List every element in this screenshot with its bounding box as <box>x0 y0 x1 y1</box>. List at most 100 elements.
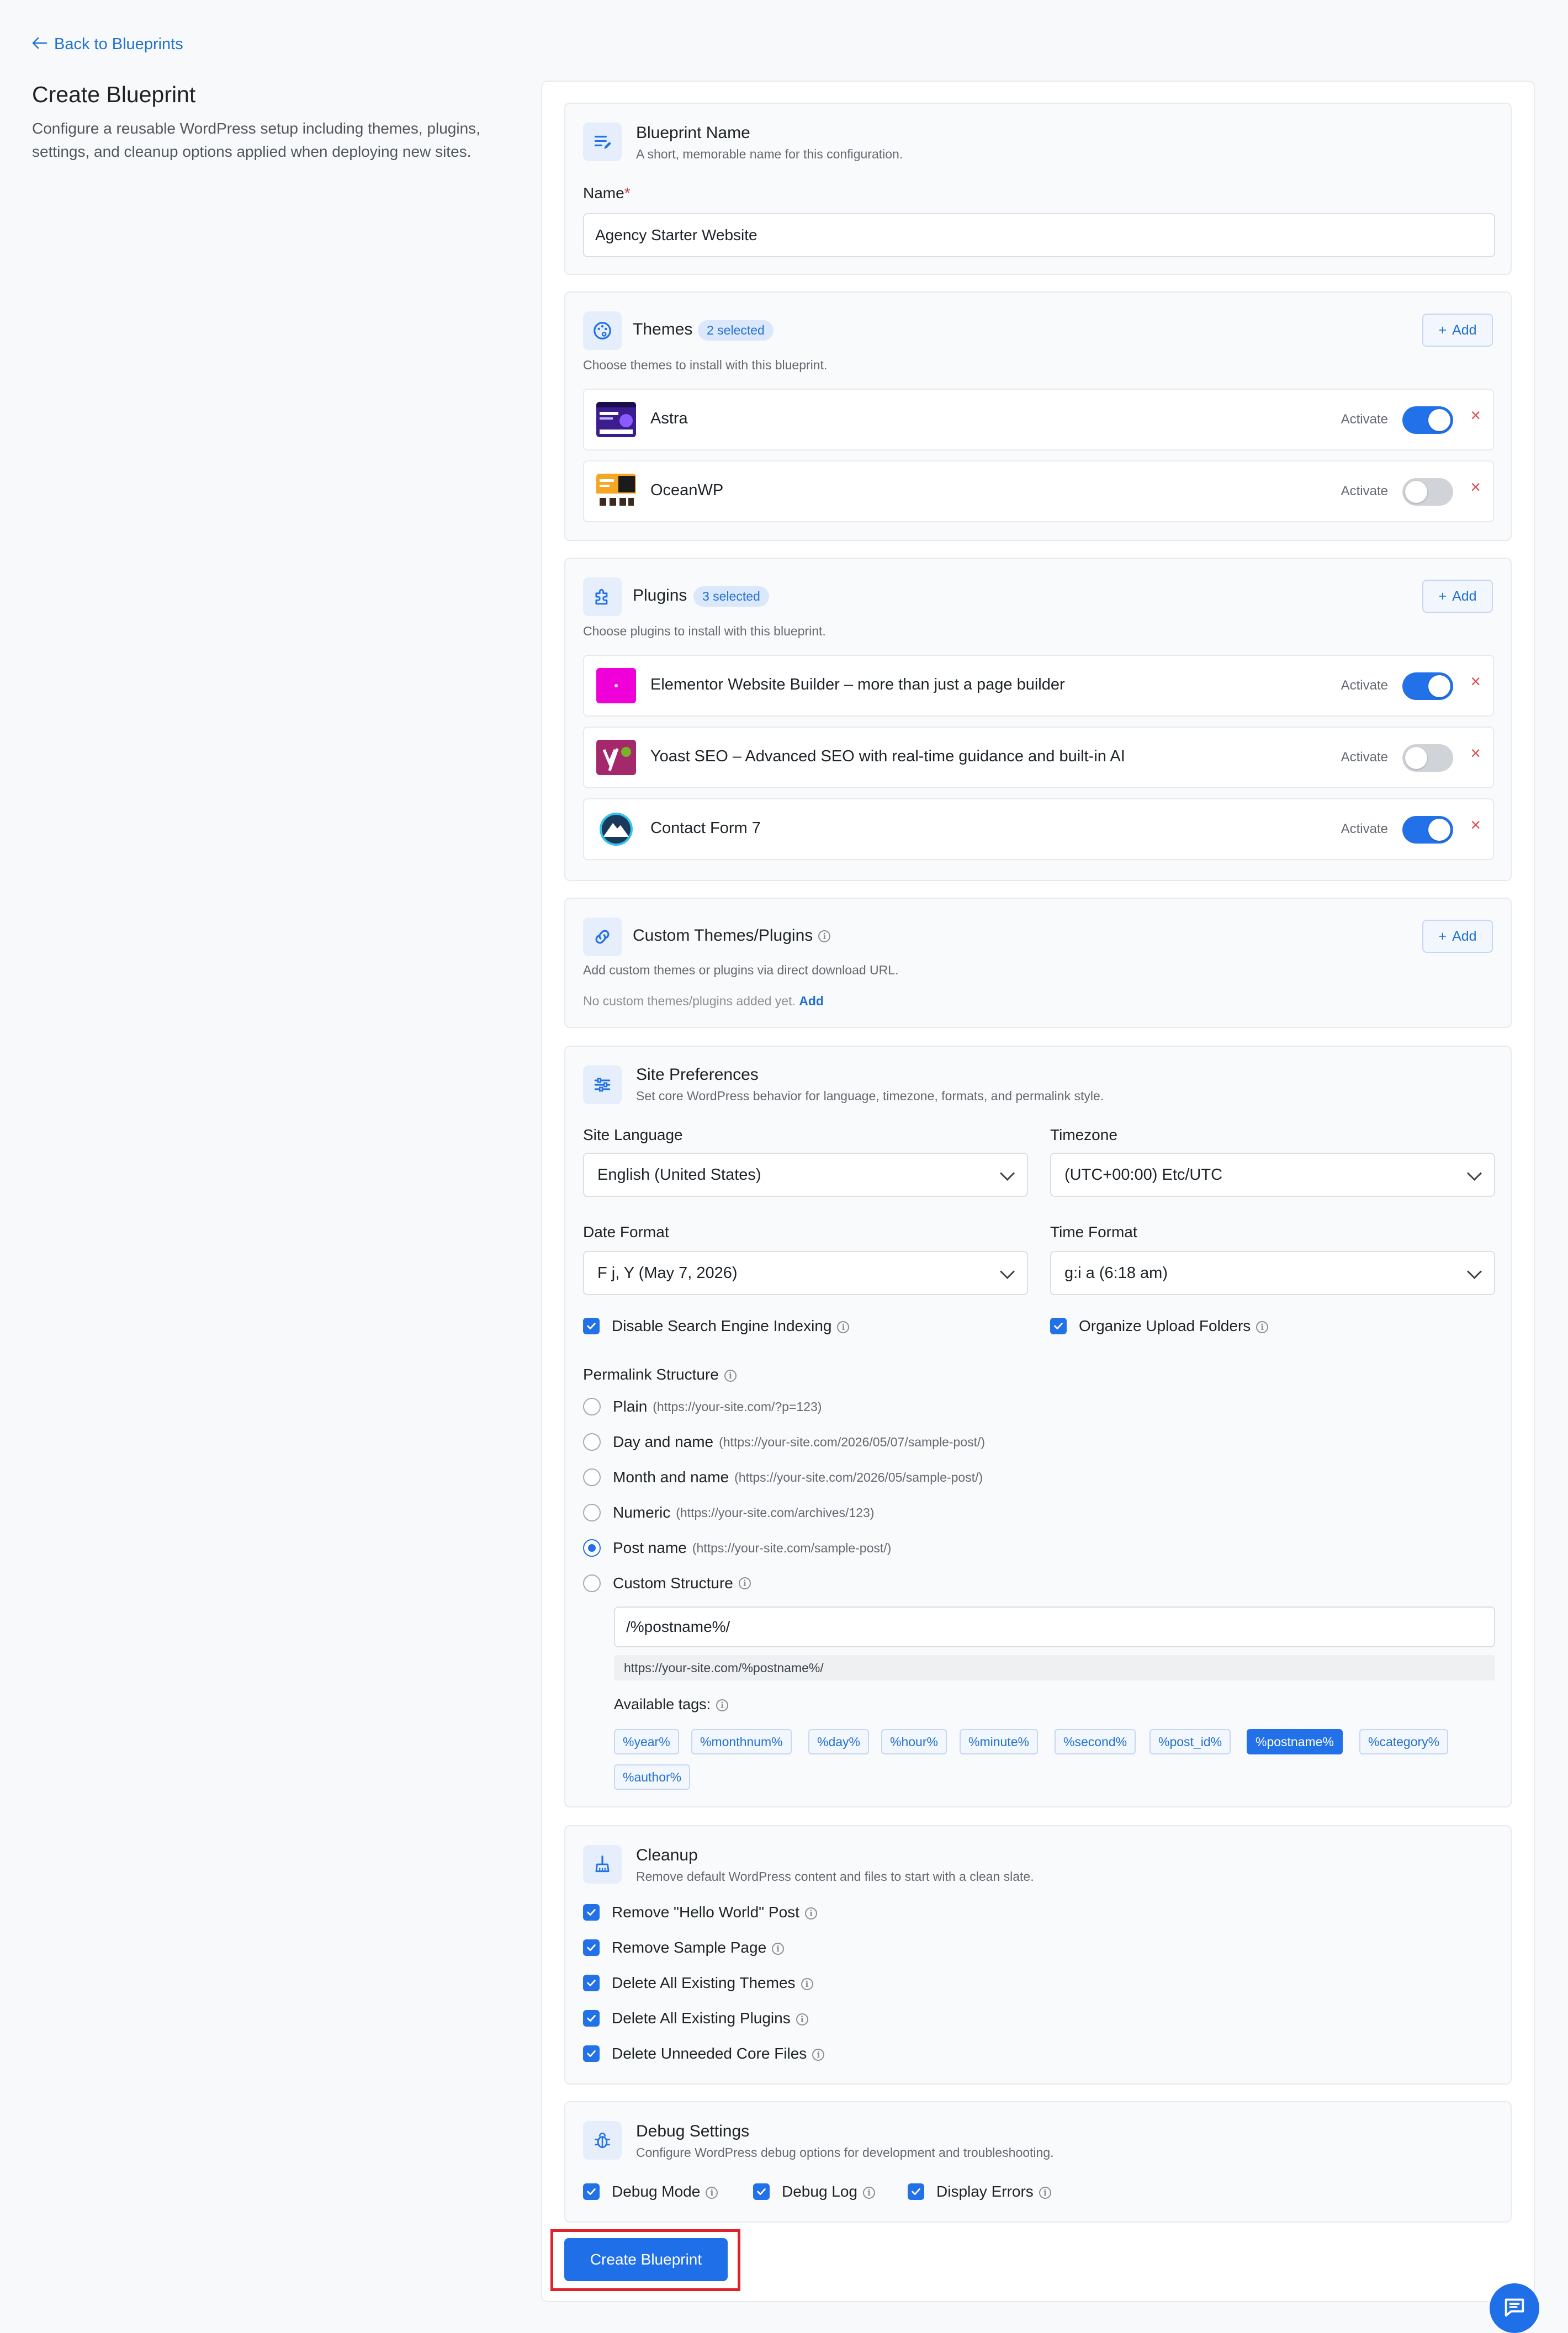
disable-indexing-checkbox[interactable]: Disable Search Engine Indexing i <box>583 1317 850 1335</box>
timezone-select[interactable]: (UTC+00:00) Etc/UTC <box>1050 1153 1495 1197</box>
permalink-tag-day[interactable]: %day% <box>808 1729 869 1754</box>
add-custom-button[interactable]: + Add <box>1422 920 1493 953</box>
chevron-down-icon <box>1000 1166 1015 1181</box>
display-errors-checkbox[interactable]: Display Errors i <box>908 2183 1051 2201</box>
permalink-tag-author[interactable]: %author% <box>614 1764 691 1790</box>
activate-toggle[interactable] <box>1402 744 1453 772</box>
empty-state-add-link[interactable]: Add <box>799 994 824 1008</box>
info-icon: i <box>772 1942 785 1955</box>
permalink-tag-hour[interactable]: %hour% <box>881 1729 947 1754</box>
date-format-select[interactable]: F j, Y (May 7, 2026) <box>583 1251 1028 1295</box>
permalink-tag-category[interactable]: %category% <box>1359 1729 1449 1754</box>
permalink-option-month-and-name[interactable]: Month and name (https://your-site.com/20… <box>583 1468 983 1486</box>
activate-toggle[interactable] <box>1402 672 1453 700</box>
remove-x-icon[interactable]: × <box>1470 743 1481 763</box>
checkbox-checked-icon[interactable] <box>1050 1318 1067 1334</box>
info-icon: i <box>818 930 831 943</box>
permalink-tag-second[interactable]: %second% <box>1055 1729 1136 1754</box>
cleanup-delete-themes[interactable]: Delete All Existing Themes i <box>583 1974 813 1992</box>
checkbox-checked-icon[interactable] <box>583 2010 600 2027</box>
checkbox-label: Debug Log i <box>782 2183 876 2201</box>
plugin-name: Contact Form 7 <box>650 819 761 837</box>
permalink-tag-postname[interactable]: %postname% <box>1247 1729 1343 1754</box>
checkbox-checked-icon[interactable] <box>583 2183 600 2200</box>
section-subtitle: Choose themes to install with this bluep… <box>583 358 828 372</box>
remove-x-icon[interactable]: × <box>1470 405 1481 426</box>
chat-support-button[interactable] <box>1490 2283 1539 2333</box>
chat-bubble-icon <box>1502 2294 1527 2323</box>
radio-button[interactable] <box>583 1468 601 1486</box>
bug-icon <box>583 2121 622 2160</box>
add-theme-button[interactable]: + Add <box>1422 314 1493 347</box>
radio-button[interactable] <box>583 1504 601 1521</box>
checkbox-label: Remove Sample Page i <box>612 1939 785 1956</box>
radio-button[interactable] <box>583 1398 601 1415</box>
permalink-tag-post-id[interactable]: %post_id% <box>1149 1729 1231 1754</box>
debug-log-checkbox[interactable]: Debug Log i <box>753 2183 876 2201</box>
permalink-option-numeric[interactable]: Numeric (https://your-site.com/archives/… <box>583 1504 874 1521</box>
permalink-option-day-and-name[interactable]: Day and name (https://your-site.com/2026… <box>583 1433 985 1451</box>
checkbox-checked-icon[interactable] <box>583 1975 600 1991</box>
cleanup-remove-sample-page[interactable]: Remove Sample Page i <box>583 1939 785 1956</box>
section-title: Blueprint Name <box>636 124 750 142</box>
permalink-option-post-name[interactable]: Post name (https://your-site.com/sample-… <box>583 1539 891 1557</box>
activate-label: Activate <box>1341 412 1388 427</box>
checkbox-checked-icon[interactable] <box>583 2045 600 2062</box>
organize-uploads-checkbox[interactable]: Organize Upload Folders i <box>1050 1317 1269 1335</box>
checkbox-checked-icon[interactable] <box>583 1318 600 1334</box>
page-title: Create Blueprint <box>32 82 196 107</box>
activate-toggle[interactable] <box>1402 406 1453 434</box>
checkbox-label: Delete All Existing Plugins i <box>612 2009 808 2027</box>
remove-x-icon[interactable]: × <box>1470 477 1481 497</box>
section-title: Themes <box>633 320 693 338</box>
activate-toggle[interactable] <box>1402 816 1453 844</box>
checkbox-checked-icon[interactable] <box>583 1939 600 1956</box>
checkbox-checked-icon[interactable] <box>908 2183 924 2200</box>
activate-label: Activate <box>1341 821 1388 836</box>
astra-thumbnail <box>596 402 636 437</box>
radio-button[interactable] <box>583 1574 601 1592</box>
cleanup-section: Cleanup Remove default WordPress content… <box>564 1825 1512 2085</box>
selected-count-badge: 2 selected <box>698 320 774 341</box>
contact-form-7-logo <box>596 812 636 847</box>
activate-toggle[interactable] <box>1402 478 1453 506</box>
back-to-blueprints-link[interactable]: Back to Blueprints <box>32 35 183 54</box>
palette-icon <box>583 311 622 350</box>
remove-x-icon[interactable]: × <box>1470 815 1481 835</box>
create-blueprint-button[interactable]: Create Blueprint <box>564 2238 728 2281</box>
elementor-logo <box>596 668 636 703</box>
permalink-tag-year[interactable]: %year% <box>614 1729 679 1754</box>
info-icon: i <box>716 1699 729 1711</box>
blueprint-name-input[interactable]: Agency Starter Website <box>583 213 1495 257</box>
checkbox-checked-icon[interactable] <box>583 1904 600 1921</box>
cleanup-remove-hello-world[interactable]: Remove "Hello World" Post i <box>583 1903 817 1921</box>
radio-button[interactable] <box>583 1539 601 1557</box>
custom-structure-input[interactable]: /%postname%/ <box>614 1606 1495 1647</box>
checkbox-label: Delete All Existing Themes i <box>612 1974 813 1992</box>
theme-name: OceanWP <box>650 481 724 499</box>
radio-button[interactable] <box>583 1433 601 1451</box>
yoast-logo <box>596 740 636 775</box>
site-language-select[interactable]: English (United States) <box>583 1153 1028 1197</box>
info-icon: i <box>796 2013 808 2026</box>
cleanup-delete-plugins[interactable]: Delete All Existing Plugins i <box>583 2009 808 2027</box>
checkbox-label: Delete Unneeded Core Files i <box>612 2045 825 2062</box>
time-format-select[interactable]: g:i a (6:18 am) <box>1050 1251 1495 1295</box>
plugin-name: Elementor Website Builder – more than ju… <box>650 676 1065 693</box>
permalink-option-custom[interactable]: Custom Structure i <box>583 1574 751 1592</box>
plugin-row-elementor: Elementor Website Builder – more than ju… <box>583 655 1494 717</box>
permalink-tag-minute[interactable]: %minute% <box>960 1729 1038 1754</box>
debug-mode-checkbox[interactable]: Debug Mode i <box>583 2183 718 2201</box>
time-format-label: Time Format <box>1050 1223 1137 1240</box>
section-subtitle: A short, memorable name for this configu… <box>636 147 903 161</box>
info-icon: i <box>1039 2186 1051 2199</box>
add-plugin-button[interactable]: + Add <box>1422 580 1493 613</box>
permalink-tag-monthnum[interactable]: %monthnum% <box>691 1729 792 1754</box>
puzzle-icon <box>583 577 622 616</box>
checkbox-checked-icon[interactable] <box>753 2183 770 2200</box>
permalink-option-plain[interactable]: Plain (https://your-site.com/?p=123) <box>583 1398 822 1415</box>
section-subtitle: Choose plugins to install with this blue… <box>583 624 826 638</box>
info-icon: i <box>812 2048 825 2061</box>
remove-x-icon[interactable]: × <box>1470 671 1481 692</box>
cleanup-delete-core-files[interactable]: Delete Unneeded Core Files i <box>583 2045 825 2062</box>
